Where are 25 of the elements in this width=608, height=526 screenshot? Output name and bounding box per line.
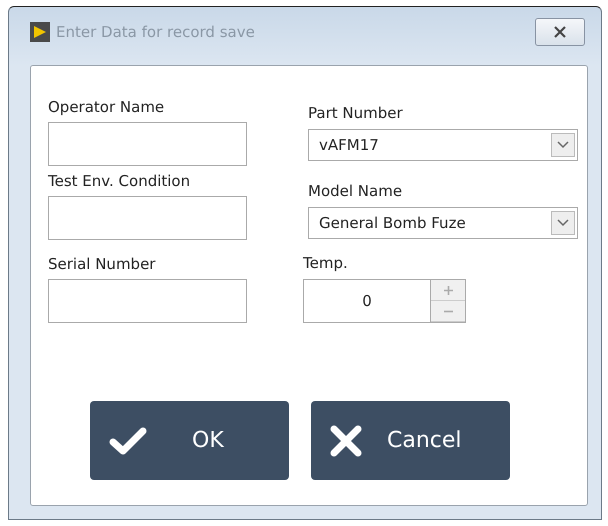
field-label: Part Number [308, 103, 404, 123]
decrement-button[interactable] [431, 301, 465, 322]
chevron-down-icon [557, 141, 569, 149]
play-icon [30, 22, 50, 42]
field-label: Model Name [308, 181, 404, 201]
ok-button[interactable]: OK [90, 401, 289, 480]
field-label: Temp. [303, 253, 349, 273]
text-field[interactable] [48, 196, 247, 240]
dropdown-field[interactable]: General Bomb Fuze [308, 207, 578, 239]
field-label: Test Env. Condition [48, 171, 192, 191]
close-icon [553, 26, 567, 38]
close-icon [329, 424, 363, 458]
field-label: Operator Name [48, 97, 166, 117]
text-field[interactable] [48, 122, 247, 166]
chevron-down-icon [557, 219, 569, 227]
close-button[interactable] [535, 18, 585, 46]
number-field[interactable]: 0 [303, 279, 430, 323]
window-title: Enter Data for record save [56, 23, 256, 41]
plus-icon [444, 286, 452, 294]
checkmark-icon [108, 426, 148, 456]
cancel-button[interactable]: Cancel [311, 401, 510, 480]
increment-button[interactable] [431, 280, 465, 301]
text-field[interactable] [48, 279, 247, 323]
minus-icon [444, 310, 452, 312]
dropdown-field[interactable]: vAFM17 [308, 129, 578, 161]
